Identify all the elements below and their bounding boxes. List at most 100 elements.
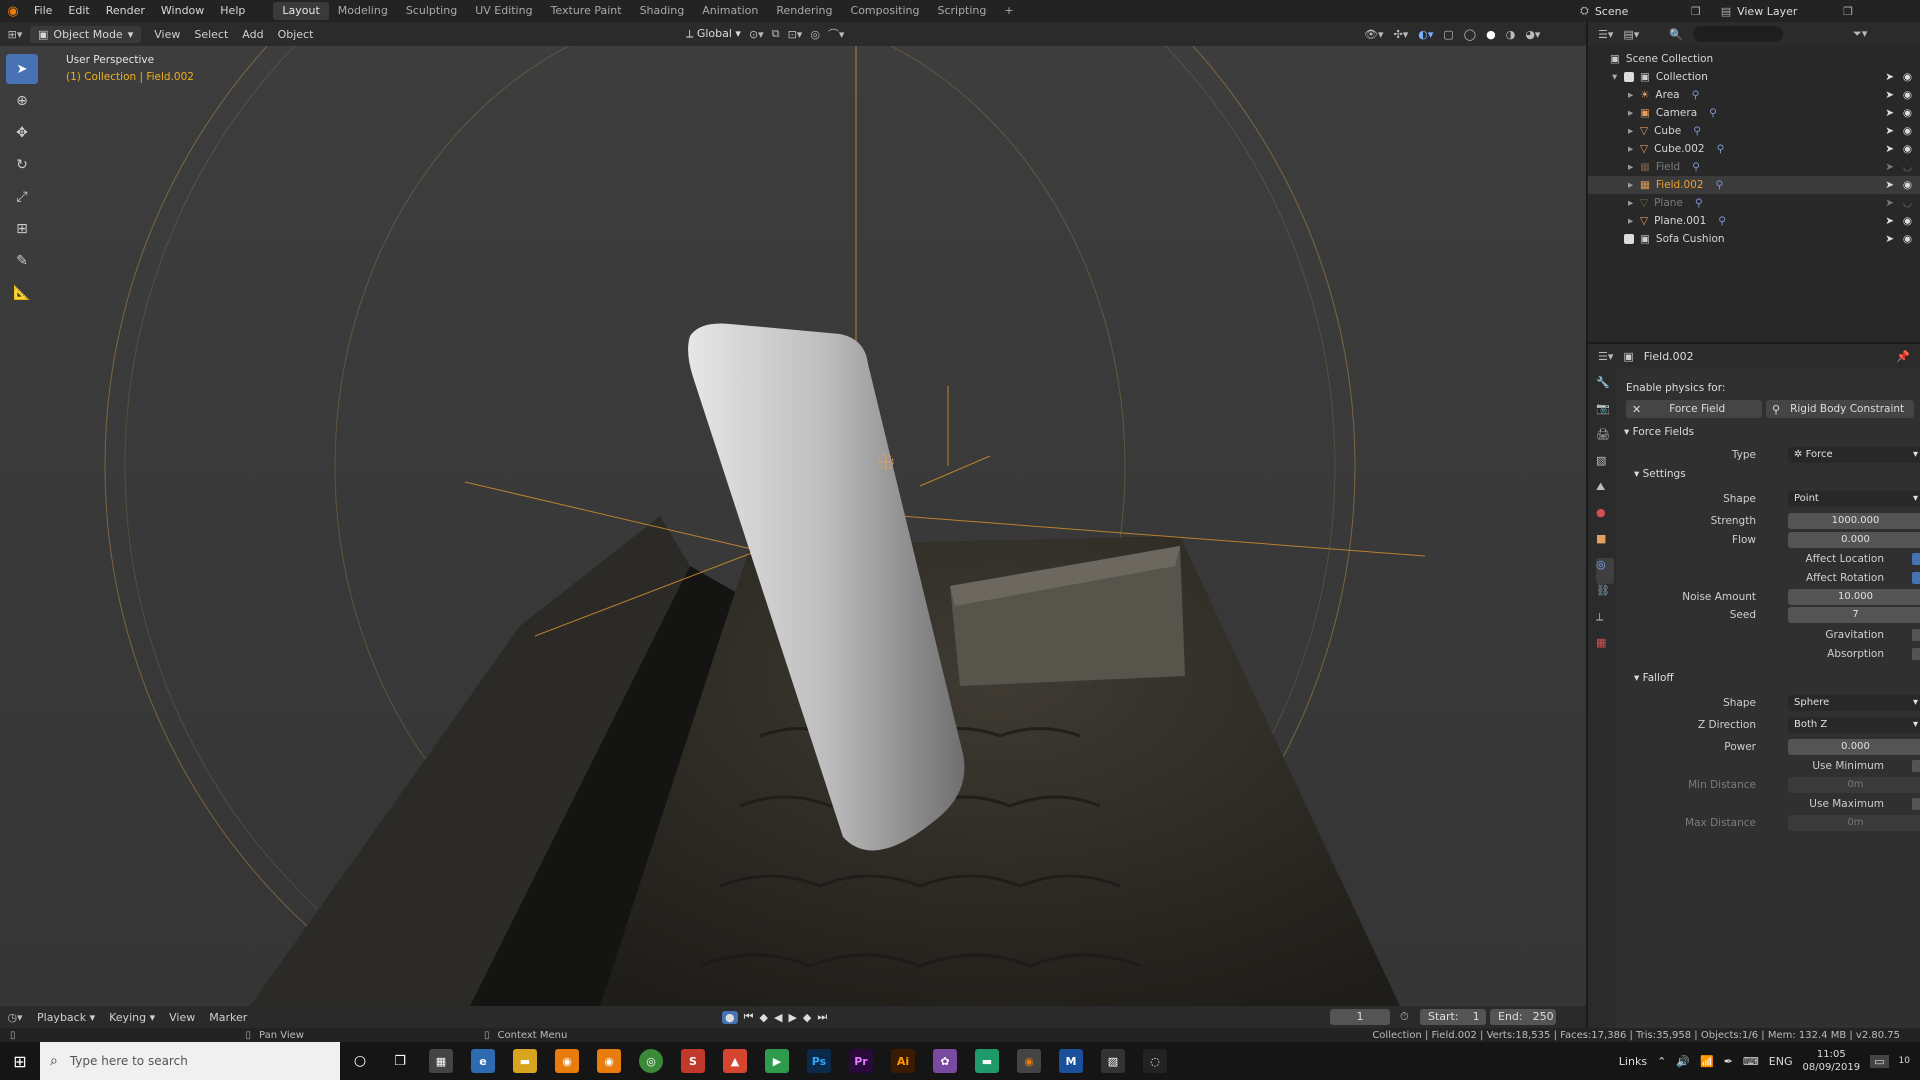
outliner-item[interactable]: ▸ ▦ Field ⚲ ➤ ◡ bbox=[1588, 158, 1920, 176]
select-arrow-icon[interactable]: ➤ bbox=[1885, 161, 1894, 173]
move-tool[interactable]: ✥ bbox=[6, 118, 38, 148]
timeline-editor-icon[interactable]: ◷▾ bbox=[0, 1011, 30, 1024]
outliner-editor-icon[interactable]: ☰▾ bbox=[1598, 28, 1613, 41]
eye-icon[interactable]: ◡ bbox=[1903, 161, 1912, 173]
min-distance-field[interactable]: 0m bbox=[1788, 777, 1920, 793]
power-field[interactable]: 0.000 bbox=[1788, 739, 1920, 755]
menu-timeline-view[interactable]: View bbox=[162, 1011, 202, 1024]
cursor-tool[interactable]: ⊕ bbox=[6, 86, 38, 116]
blender-app-icon[interactable]: ◉ bbox=[555, 1049, 579, 1073]
visibility-icon[interactable]: 👁▾ bbox=[1364, 28, 1384, 41]
eye-icon[interactable]: ◉ bbox=[1903, 215, 1912, 227]
view-layer-name[interactable]: View Layer bbox=[1737, 5, 1837, 18]
tab-world-icon[interactable]: ● bbox=[1596, 506, 1614, 532]
menu-view[interactable]: View bbox=[147, 28, 187, 41]
outliner-search-input[interactable] bbox=[1693, 26, 1784, 42]
proportional-edit-icon[interactable]: ◎ bbox=[810, 28, 820, 41]
snap-icon[interactable]: ⧉ bbox=[772, 27, 780, 41]
eye-icon[interactable]: ◉ bbox=[1903, 125, 1912, 137]
eye-icon[interactable]: ◉ bbox=[1903, 89, 1912, 101]
overlay-icon[interactable]: ◐▾ bbox=[1418, 28, 1433, 41]
app-circle-icon[interactable]: ◌ bbox=[1143, 1049, 1167, 1073]
tab-output-icon[interactable]: 🖨 bbox=[1596, 428, 1614, 454]
mode-dropdown[interactable]: ▣ Object Mode ▾ bbox=[30, 25, 142, 43]
clock[interactable]: 11:05 08/09/2019 bbox=[1803, 1048, 1861, 1074]
expand-arrow-icon[interactable]: ▸ bbox=[1628, 143, 1640, 155]
display-mode-icon[interactable]: ▤▾ bbox=[1623, 28, 1639, 41]
scene-icon[interactable]: ⛭ bbox=[1580, 4, 1589, 18]
menu-render[interactable]: Render bbox=[98, 0, 153, 22]
notification-icon[interactable]: ▭ bbox=[1870, 1054, 1889, 1068]
menu-keying[interactable]: Keying ▾ bbox=[102, 1011, 162, 1024]
outliner-item[interactable]: ▸ ▦ Field.002 ⚲ ➤ ◉ bbox=[1588, 176, 1920, 194]
windows-start-icon[interactable]: ⊞ bbox=[0, 1052, 40, 1071]
tab-texture-icon[interactable]: ▦ bbox=[1596, 636, 1614, 662]
expand-arrow-icon[interactable]: ▸ bbox=[1628, 125, 1640, 137]
tab-object-icon[interactable]: ■ bbox=[1596, 532, 1614, 558]
gizmo-icon[interactable]: ✣▾ bbox=[1394, 28, 1409, 41]
prev-keyframe-icon[interactable]: ◆ bbox=[760, 1011, 768, 1024]
tab-data-icon[interactable]: ⟂ bbox=[1596, 610, 1614, 636]
links-toolbar[interactable]: Links bbox=[1619, 1055, 1647, 1068]
end-frame-field[interactable]: End: 250 bbox=[1490, 1009, 1556, 1025]
chrome-icon[interactable]: ◎ bbox=[639, 1049, 663, 1073]
tab-texture-paint[interactable]: Texture Paint bbox=[542, 0, 631, 22]
task-view-icon[interactable]: ❐ bbox=[380, 1054, 420, 1069]
menu-help[interactable]: Help bbox=[212, 0, 253, 22]
outliner-item[interactable]: ▸ ☀ Area ⚲ ➤ ◉ bbox=[1588, 86, 1920, 104]
blender-logo-icon[interactable]: ◉ bbox=[0, 4, 26, 19]
select-arrow-icon[interactable]: ➤ bbox=[1885, 233, 1894, 245]
tab-uv-editing[interactable]: UV Editing bbox=[466, 0, 541, 22]
tab-physics-icon[interactable]: ◎ bbox=[1596, 558, 1614, 584]
outliner-item[interactable]: ▸ ▽ Cube ⚲ ➤ ◉ bbox=[1588, 122, 1920, 140]
app-green-icon[interactable]: ▬ bbox=[975, 1049, 999, 1073]
properties-editor-icon[interactable]: ☰▾ bbox=[1598, 350, 1613, 363]
eye-icon[interactable]: ◉ bbox=[1903, 71, 1912, 83]
tab-compositing[interactable]: Compositing bbox=[842, 0, 929, 22]
tab-tool-icon[interactable]: 🔧 bbox=[1596, 376, 1614, 402]
force-field-button[interactable]: ✕ Force Field bbox=[1626, 400, 1762, 418]
tab-animation[interactable]: Animation bbox=[693, 0, 767, 22]
app-colorful-icon[interactable]: ✿ bbox=[933, 1049, 957, 1073]
collection-row[interactable]: ▾ ▣ Collection ➤ ◉ bbox=[1588, 68, 1920, 86]
use-minimum-checkbox[interactable] bbox=[1912, 760, 1920, 772]
select-arrow-icon[interactable]: ➤ bbox=[1885, 125, 1894, 137]
rotate-tool[interactable]: ↻ bbox=[6, 150, 38, 180]
menu-playback[interactable]: Playback ▾ bbox=[30, 1011, 102, 1024]
volume-icon[interactable]: 🔊 bbox=[1676, 1055, 1690, 1068]
affect-location-checkbox[interactable] bbox=[1912, 553, 1920, 565]
menu-edit[interactable]: Edit bbox=[60, 0, 97, 22]
edge-icon[interactable]: e bbox=[471, 1049, 495, 1073]
wireframe-shading-icon[interactable]: ◯ bbox=[1464, 28, 1476, 41]
tab-modeling[interactable]: Modeling bbox=[329, 0, 397, 22]
illustrator-icon[interactable]: Ai bbox=[891, 1049, 915, 1073]
falloff-shape-dropdown[interactable]: Sphere ▾ bbox=[1788, 695, 1920, 711]
transform-orientation-dropdown[interactable]: ⟂ Global ▾ bbox=[686, 27, 741, 41]
select-arrow-icon[interactable]: ➤ bbox=[1885, 215, 1894, 227]
z-direction-dropdown[interactable]: Both Z ▾ bbox=[1788, 717, 1920, 733]
type-dropdown[interactable]: ✲ Force ▾ bbox=[1788, 447, 1920, 463]
view-layer-icon[interactable]: ▤ bbox=[1721, 5, 1731, 18]
expand-arrow-icon[interactable]: ▸ bbox=[1628, 215, 1640, 227]
add-workspace-button[interactable]: + bbox=[995, 0, 1022, 22]
tab-shading[interactable]: Shading bbox=[631, 0, 694, 22]
network-icon[interactable]: 📶 bbox=[1700, 1055, 1714, 1068]
annotate-tool[interactable]: ✎ bbox=[6, 246, 38, 276]
eye-icon[interactable]: ◡ bbox=[1903, 197, 1912, 209]
3d-viewport[interactable]: User Perspective (1) Collection | Field.… bbox=[0, 46, 1586, 1006]
absorption-checkbox[interactable] bbox=[1912, 648, 1920, 660]
flow-field[interactable]: 0.000 bbox=[1788, 532, 1920, 548]
play-reverse-icon[interactable]: ◀ bbox=[774, 1011, 782, 1024]
menu-file[interactable]: File bbox=[26, 0, 60, 22]
select-arrow-icon[interactable]: ➤ bbox=[1885, 197, 1894, 209]
outliner-item[interactable]: ▸ ▣ Camera ⚲ ➤ ◉ bbox=[1588, 104, 1920, 122]
pen-icon[interactable]: ✒ bbox=[1724, 1055, 1733, 1068]
include-checkbox[interactable] bbox=[1624, 234, 1634, 244]
outliner-item[interactable]: ▸ ▽ Cube.002 ⚲ ➤ ◉ bbox=[1588, 140, 1920, 158]
select-arrow-icon[interactable]: ➤ bbox=[1885, 179, 1894, 191]
expand-arrow-icon[interactable]: ▸ bbox=[1628, 89, 1640, 101]
media-player-icon[interactable]: ▶ bbox=[765, 1049, 789, 1073]
eye-icon[interactable]: ◉ bbox=[1903, 179, 1912, 191]
tab-layout[interactable]: Layout bbox=[273, 2, 329, 20]
use-maximum-checkbox[interactable] bbox=[1912, 798, 1920, 810]
